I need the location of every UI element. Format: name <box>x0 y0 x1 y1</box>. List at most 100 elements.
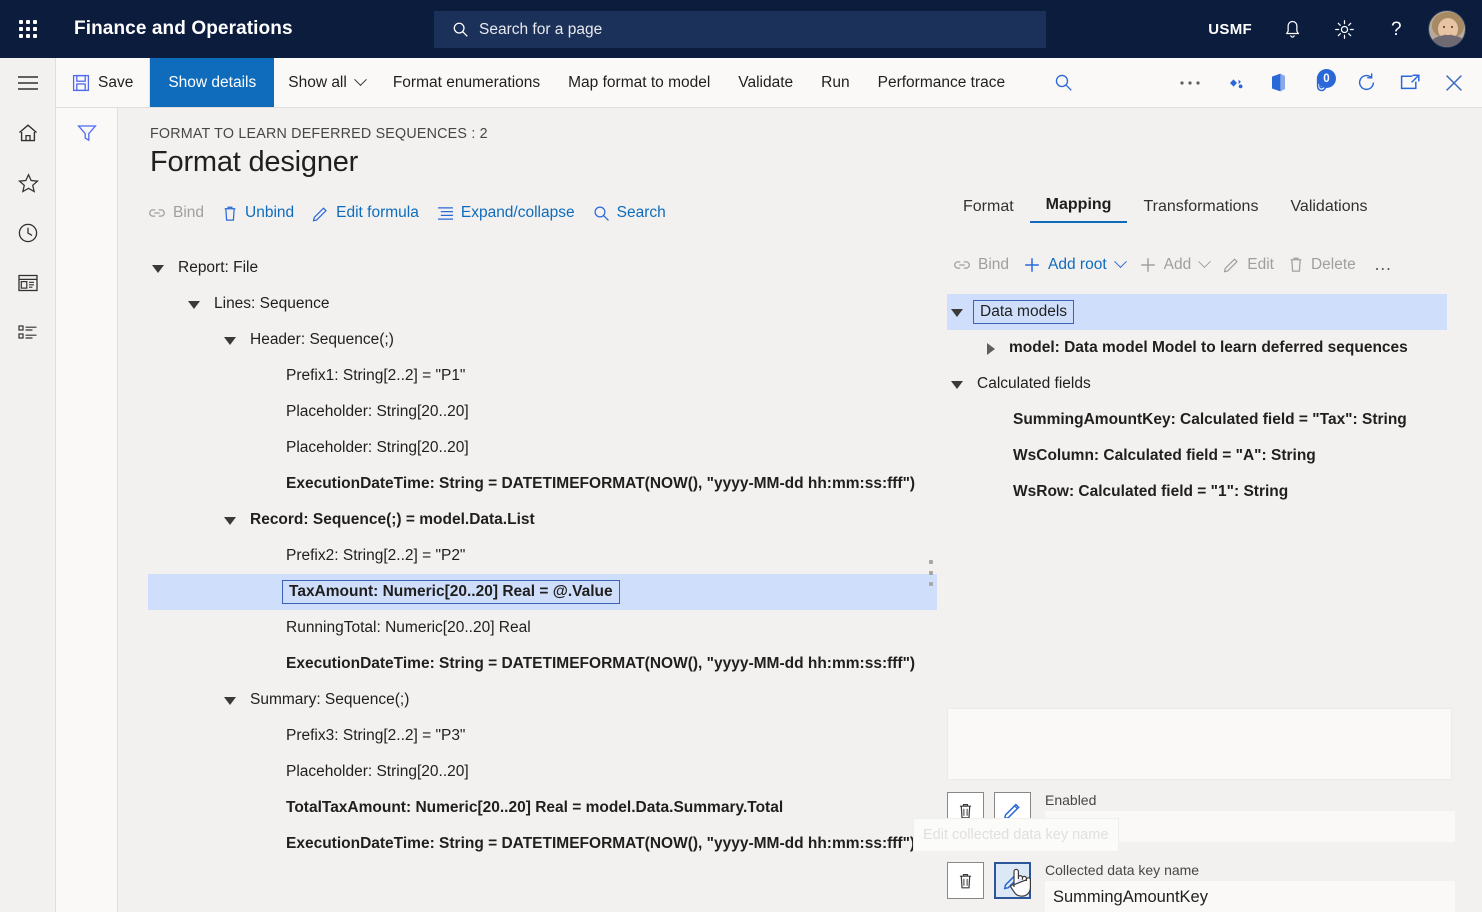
modules-list-icon[interactable] <box>0 308 56 358</box>
edit-button[interactable]: Edit <box>1223 256 1274 274</box>
mapping-tree-row[interactable]: model: Data model Model to learn deferre… <box>947 330 1462 366</box>
mapping-tree-row[interactable]: SummingAmountKey: Calculated field = "Ta… <box>947 402 1462 438</box>
show-all-dropdown[interactable]: Show all <box>274 58 379 107</box>
show-details-button[interactable]: Show details <box>150 58 274 107</box>
format-tree-row[interactable]: ExecutionDateTime: String = DATETIMEFORM… <box>148 466 1038 502</box>
waffle-grid-icon[interactable] <box>0 0 56 58</box>
format-tree-row[interactable]: Prefix2: String[2..2] = "P2" <box>148 538 1038 574</box>
overflow-ellipsis-icon[interactable] <box>1168 58 1212 107</box>
tree-spacer <box>260 845 272 846</box>
chevron-down-icon[interactable] <box>951 381 963 389</box>
show-all-label: Show all <box>288 74 347 92</box>
workspaces-icon[interactable] <box>0 258 56 308</box>
run-button[interactable]: Run <box>807 58 863 107</box>
format-tree-row[interactable]: TotalTaxAmount: Numeric[20..20] Real = m… <box>148 790 1038 826</box>
format-tree-row[interactable]: Record: Sequence(;) = model.Data.List <box>148 502 1038 538</box>
chevron-down-icon[interactable] <box>224 517 236 525</box>
command-bar: Save Show details Show all Format enumer… <box>56 58 1482 108</box>
tree-spacer <box>987 421 999 422</box>
edit-pencil-icon[interactable] <box>994 862 1031 899</box>
tree-node-label: Prefix3: String[2..2] = "P3" <box>282 726 469 746</box>
format-tree-row[interactable]: Header: Sequence(;) <box>148 322 1038 358</box>
format-tree-row[interactable]: Placeholder: String[20..20] <box>148 754 1038 790</box>
performance-trace-button[interactable]: Performance trace <box>864 58 1020 107</box>
format-tree-row[interactable]: Prefix1: String[2..2] = "P1" <box>148 358 1038 394</box>
validate-button[interactable]: Validate <box>724 58 807 107</box>
attachments-paperclip-icon[interactable]: 0 <box>1300 58 1344 107</box>
format-tree-row[interactable]: Placeholder: String[20..20] <box>148 430 1038 466</box>
format-tree-row[interactable]: Prefix3: String[2..2] = "P3" <box>148 718 1038 754</box>
company-selector[interactable]: USMF <box>1194 21 1266 38</box>
add-label: Add <box>1164 256 1192 274</box>
tab-format[interactable]: Format <box>947 198 1030 223</box>
edit-formula-button[interactable]: Edit formula <box>312 204 419 222</box>
home-icon[interactable] <box>0 108 56 158</box>
settings-gear-icon[interactable] <box>1318 0 1370 58</box>
unbind-button[interactable]: Unbind <box>222 204 294 222</box>
save-button[interactable]: Save <box>56 58 150 107</box>
mapping-tree[interactable]: Data modelsmodel: Data model Model to le… <box>947 294 1462 510</box>
edit-pencil-icon <box>312 205 329 222</box>
tree-spacer <box>260 737 272 738</box>
filter-funnel-icon[interactable] <box>56 108 118 158</box>
search-icon[interactable] <box>1041 58 1085 107</box>
format-tree[interactable]: Report: FileLines: SequenceHeader: Seque… <box>148 250 1038 912</box>
hamburger-menu-icon[interactable] <box>0 58 56 108</box>
format-tree-row[interactable]: TaxAmount: Numeric[20..20] Real = @.Valu… <box>148 574 1038 610</box>
share-diamond-icon[interactable] <box>1212 58 1256 107</box>
format-tree-row[interactable]: Report: File <box>148 250 1038 286</box>
format-tree-row[interactable]: Placeholder: String[20..20] <box>148 394 1038 430</box>
delete-label: Delete <box>1311 256 1356 274</box>
user-avatar[interactable] <box>1428 10 1466 48</box>
mapping-overflow-ellipsis-icon[interactable]: … <box>1370 254 1398 275</box>
add-root-button[interactable]: Add root <box>1023 256 1125 274</box>
delete-trash-icon[interactable] <box>947 862 984 899</box>
search-tree-button[interactable]: Search <box>593 204 666 222</box>
office-app-icon[interactable] <box>1256 58 1300 107</box>
chevron-down-icon[interactable] <box>951 309 963 317</box>
delete-button[interactable]: Delete <box>1288 256 1356 274</box>
global-search-box[interactable]: Search for a page <box>434 11 1046 48</box>
chevron-right-icon[interactable] <box>987 343 995 355</box>
tree-spacer <box>260 593 272 594</box>
mapping-tree-row[interactable]: Calculated fields <box>947 366 1462 402</box>
notifications-bell-icon[interactable] <box>1266 0 1318 58</box>
chevron-down-icon[interactable] <box>224 337 236 345</box>
bind-button[interactable]: Bind <box>148 204 204 222</box>
chevron-down-icon[interactable] <box>152 265 164 273</box>
format-tree-row[interactable]: ExecutionDateTime: String = DATETIMEFORM… <box>148 826 1038 862</box>
popout-window-icon[interactable] <box>1388 58 1432 107</box>
map-format-to-model-button[interactable]: Map format to model <box>554 58 724 107</box>
help-question-icon[interactable]: ? <box>1370 0 1422 58</box>
format-enumerations-button[interactable]: Format enumerations <box>379 58 554 107</box>
mapping-property-input[interactable] <box>1045 881 1455 912</box>
panel-splitter[interactable] <box>925 108 937 912</box>
mapping-tree-row[interactable]: WsColumn: Calculated field = "A": String <box>947 438 1462 474</box>
format-tree-row[interactable]: Summary: Sequence(;) <box>148 682 1038 718</box>
chevron-down-icon[interactable] <box>188 301 200 309</box>
global-search-input[interactable]: Search for a page <box>479 21 602 39</box>
command-bar-right-group: 0 <box>1168 58 1482 107</box>
tree-spacer <box>260 485 272 486</box>
format-tree-row[interactable]: RunningTotal: Numeric[20..20] Real <box>148 610 1038 646</box>
mapping-tree-row[interactable]: WsRow: Calculated field = "1": String <box>947 474 1462 510</box>
favorites-star-icon[interactable] <box>0 158 56 208</box>
mapping-tree-row[interactable]: Data models <box>947 294 1447 330</box>
recent-clock-icon[interactable] <box>0 208 56 258</box>
expand-collapse-button[interactable]: Expand/collapse <box>437 204 575 222</box>
breadcrumb: FORMAT TO LEARN DEFERRED SEQUENCES : 2 <box>150 126 488 142</box>
mapping-bind-button[interactable]: Bind <box>953 256 1009 274</box>
tab-validations-label: Validations <box>1290 198 1367 215</box>
format-tree-row[interactable]: ExecutionDateTime: String = DATETIMEFORM… <box>148 646 1038 682</box>
tab-mapping[interactable]: Mapping <box>1030 196 1128 223</box>
add-button[interactable]: Add <box>1139 256 1210 274</box>
tab-validations[interactable]: Validations <box>1274 198 1383 223</box>
close-icon[interactable] <box>1432 58 1476 107</box>
format-tree-row[interactable]: Lines: Sequence <box>148 286 1038 322</box>
edit-formula-button-label: Edit formula <box>336 204 419 222</box>
tree-node-label: ExecutionDateTime: String = DATETIMEFORM… <box>282 654 919 674</box>
tab-transformations[interactable]: Transformations <box>1127 198 1274 223</box>
refresh-icon[interactable] <box>1344 58 1388 107</box>
chevron-down-icon[interactable] <box>224 697 236 705</box>
mapping-property-field: Collected data key name <box>1045 862 1455 912</box>
